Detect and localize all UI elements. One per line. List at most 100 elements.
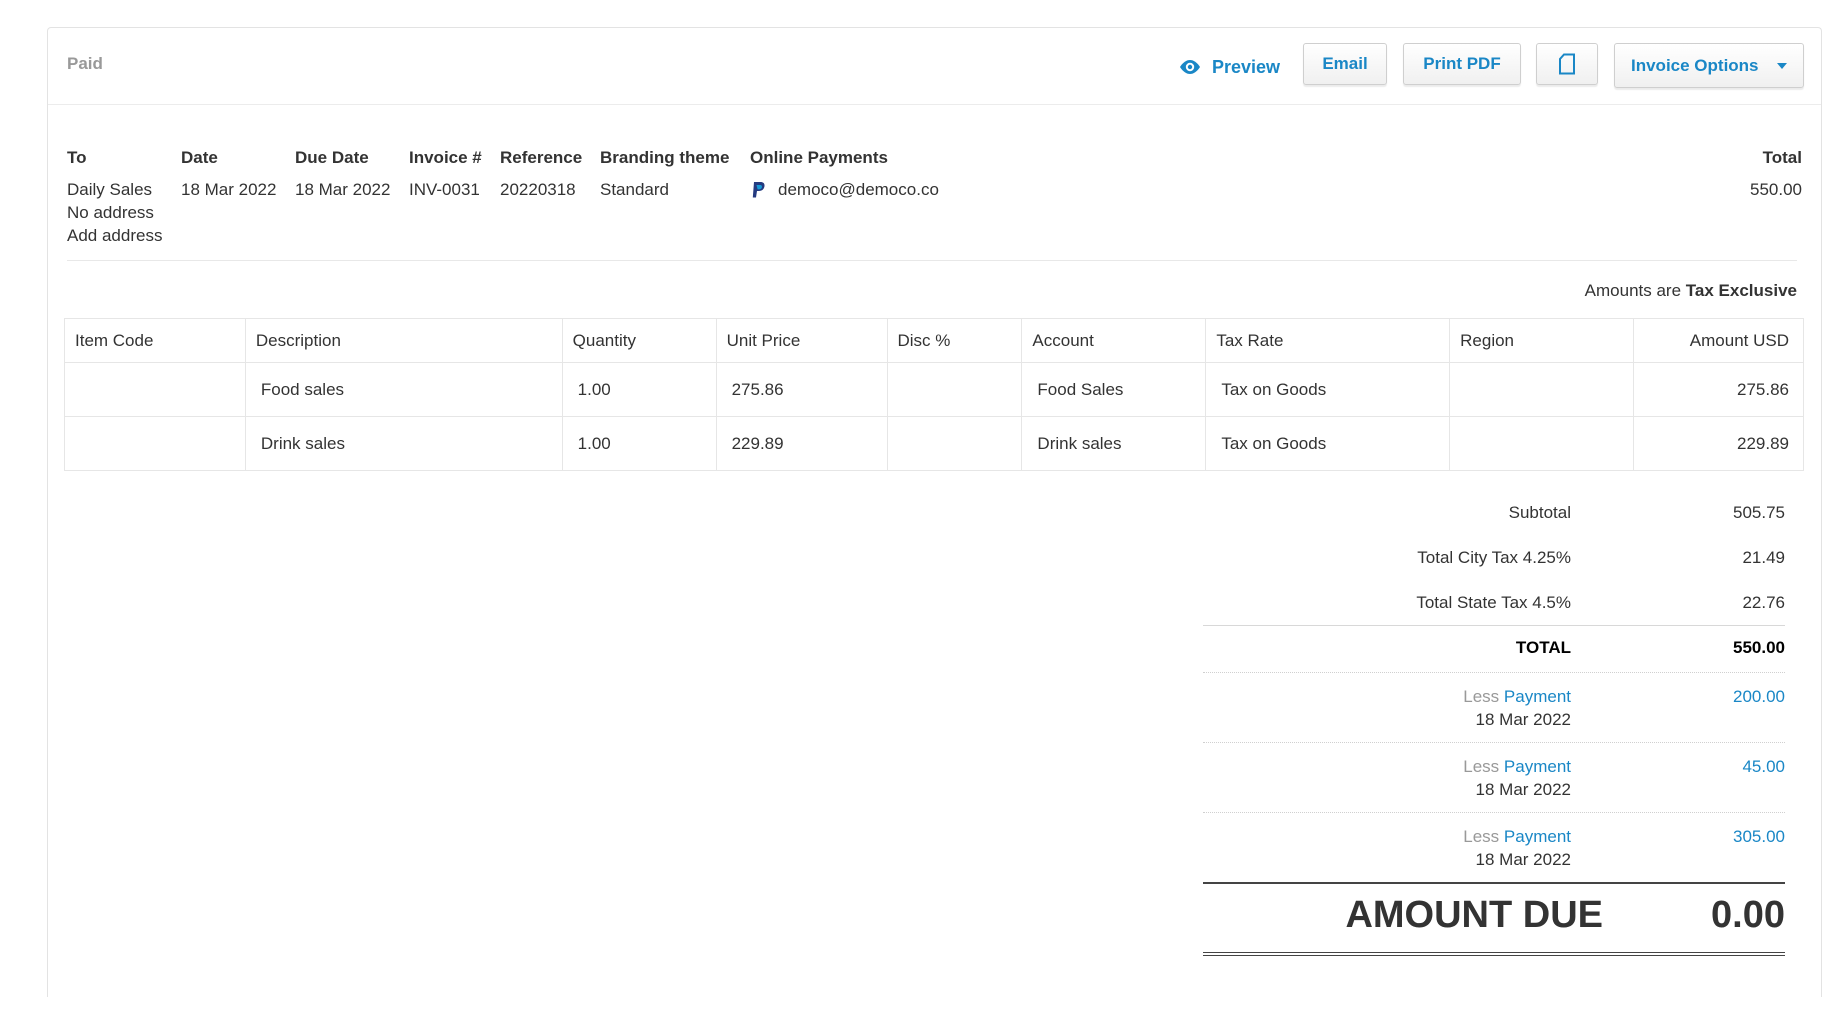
payment-link[interactable]: Payment bbox=[1504, 687, 1571, 706]
city-tax-row: Total City Tax 4.25% 21.49 bbox=[1203, 535, 1785, 580]
online-payments-email: democo@democo.co bbox=[778, 180, 939, 199]
cell-tax-rate: Tax on Goods bbox=[1205, 362, 1451, 417]
table-row: Drink sales 1.00 229.89 Drink sales Tax … bbox=[64, 416, 1804, 471]
invoice-options-button[interactable]: Invoice Options bbox=[1614, 43, 1804, 88]
column-header: Disc % bbox=[886, 318, 1023, 363]
amount-due-value: 0.00 bbox=[1711, 894, 1785, 936]
payment-amount: 200.00 bbox=[1733, 687, 1785, 706]
column-header: Region bbox=[1449, 318, 1635, 363]
table-header-row: Item Code Description Quantity Unit Pric… bbox=[64, 318, 1804, 363]
invoice-number-value: INV-0031 bbox=[409, 180, 480, 199]
totals-section: Subtotal 505.75 Total City Tax 4.25% 21.… bbox=[1203, 490, 1785, 957]
info-reference: Reference 20220318 bbox=[500, 148, 582, 201]
cell-account: Food Sales bbox=[1021, 362, 1207, 417]
invoice-header: Paid Preview Email Print PDF Invoice Opt… bbox=[48, 28, 1821, 105]
tax-mode-value: Tax Exclusive bbox=[1685, 281, 1797, 300]
eye-icon bbox=[1180, 60, 1200, 74]
amount-due-row: AMOUNT DUE 0.00 bbox=[1203, 884, 1785, 952]
preview-link[interactable]: Preview bbox=[1178, 52, 1280, 82]
info-invoice-number: Invoice # INV-0031 bbox=[409, 148, 482, 201]
tax-mode: Amounts are Tax Exclusive bbox=[1585, 281, 1797, 301]
caret-down-icon bbox=[1777, 62, 1787, 69]
info-branding: Branding theme Standard bbox=[600, 148, 729, 201]
column-header: Tax Rate bbox=[1205, 318, 1451, 363]
payment-amount: 305.00 bbox=[1733, 827, 1785, 846]
due-date-header: Due Date bbox=[295, 148, 369, 167]
date-header: Date bbox=[181, 148, 218, 167]
city-tax-label: Total City Tax 4.25% bbox=[1417, 548, 1571, 567]
cell-disc bbox=[886, 416, 1023, 471]
cell-item-code bbox=[64, 416, 246, 471]
payment-date: 18 Mar 2022 bbox=[1475, 710, 1571, 729]
cell-item-code bbox=[64, 362, 246, 417]
contact-link[interactable]: Daily Sales bbox=[67, 178, 162, 201]
add-address-link[interactable]: Add address bbox=[67, 224, 162, 247]
cell-description: Food sales bbox=[244, 362, 563, 417]
state-tax-row: Total State Tax 4.5% 22.76 bbox=[1203, 580, 1785, 625]
info-to: To Daily Sales No address Add address bbox=[67, 148, 162, 247]
payment-date: 18 Mar 2022 bbox=[1475, 850, 1571, 869]
print-pdf-button[interactable]: Print PDF bbox=[1403, 43, 1521, 85]
total-label: TOTAL bbox=[1515, 638, 1571, 657]
payment-link[interactable]: Payment bbox=[1504, 757, 1571, 776]
info-total: Total 550.00 bbox=[1750, 148, 1802, 201]
column-header: Amount USD bbox=[1633, 318, 1804, 363]
invoice-options-label: Invoice Options bbox=[1631, 55, 1759, 75]
payment-row: Less Payment 18 Mar 2022 200.00 bbox=[1203, 673, 1785, 742]
cell-region bbox=[1449, 362, 1635, 417]
payment-amount: 45.00 bbox=[1742, 757, 1785, 776]
column-header: Item Code bbox=[64, 318, 246, 363]
due-date-value: 18 Mar 2022 bbox=[295, 180, 391, 199]
preview-label: Preview bbox=[1212, 56, 1281, 77]
line-items-table: Item Code Description Quantity Unit Pric… bbox=[64, 318, 1804, 471]
payment-link[interactable]: Payment bbox=[1504, 827, 1571, 846]
branding-header: Branding theme bbox=[600, 148, 730, 167]
cell-amount: 229.89 bbox=[1633, 416, 1804, 471]
subtotal-value: 505.75 bbox=[1733, 503, 1785, 522]
payment-row: Less Payment 18 Mar 2022 45.00 bbox=[1203, 743, 1785, 812]
cell-region bbox=[1449, 416, 1635, 471]
less-label: Less bbox=[1463, 827, 1500, 846]
info-online-payments: Online Payments democo@democo.co bbox=[750, 148, 939, 204]
cell-unit-price: 229.89 bbox=[715, 416, 888, 471]
info-date: Date 18 Mar 2022 bbox=[181, 148, 276, 201]
email-button[interactable]: Email bbox=[1303, 43, 1387, 85]
cell-description: Drink sales bbox=[244, 416, 563, 471]
total-value: 550.00 bbox=[1733, 638, 1785, 657]
reference-value: 20220318 bbox=[500, 180, 576, 199]
branding-value: Standard bbox=[600, 180, 669, 199]
online-payments-header: Online Payments bbox=[750, 148, 888, 167]
info-due-date: Due Date 18 Mar 2022 bbox=[295, 148, 390, 201]
payment-row: Less Payment 18 Mar 2022 305.00 bbox=[1203, 813, 1785, 882]
column-header: Account bbox=[1021, 318, 1207, 363]
total-row: TOTAL 550.00 bbox=[1203, 626, 1785, 672]
info-divider bbox=[67, 260, 1797, 261]
payment-date: 18 Mar 2022 bbox=[1475, 780, 1571, 799]
less-label: Less bbox=[1463, 757, 1500, 776]
date-value: 18 Mar 2022 bbox=[181, 180, 277, 199]
total-value: 550.00 bbox=[1750, 180, 1802, 199]
column-header: Description bbox=[244, 318, 563, 363]
reference-header: Reference bbox=[500, 148, 583, 167]
city-tax-value: 21.49 bbox=[1742, 548, 1785, 567]
total-header: Total bbox=[1762, 148, 1802, 167]
table-row: Food sales 1.00 275.86 Food Sales Tax on… bbox=[64, 362, 1804, 417]
cell-unit-price: 275.86 bbox=[715, 362, 888, 417]
paypal-icon bbox=[752, 181, 765, 197]
subtotal-row: Subtotal 505.75 bbox=[1203, 490, 1785, 535]
amount-due-double-rule bbox=[1203, 952, 1785, 957]
contact-address: No address bbox=[67, 203, 154, 222]
online-payments-value: democo@democo.co bbox=[750, 178, 939, 201]
tax-mode-prefix: Amounts are bbox=[1584, 281, 1682, 300]
state-tax-value: 22.76 bbox=[1742, 593, 1785, 612]
cell-account: Drink sales bbox=[1021, 416, 1207, 471]
cell-amount: 275.86 bbox=[1633, 362, 1804, 417]
column-header: Quantity bbox=[561, 318, 717, 363]
to-header: To bbox=[67, 148, 87, 167]
column-header: Unit Price bbox=[715, 318, 888, 363]
cell-tax-rate: Tax on Goods bbox=[1205, 416, 1451, 471]
copy-button[interactable] bbox=[1536, 43, 1598, 85]
less-label: Less bbox=[1463, 687, 1500, 706]
cell-quantity: 1.00 bbox=[561, 362, 717, 417]
amount-due-label: AMOUNT DUE bbox=[1345, 894, 1603, 936]
